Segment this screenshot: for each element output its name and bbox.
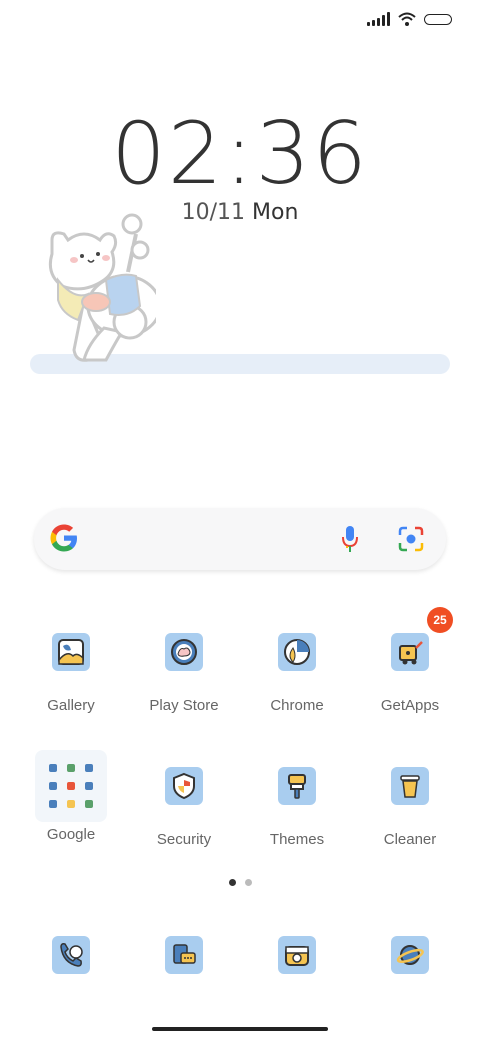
phone-icon xyxy=(52,936,90,974)
themes-icon xyxy=(278,767,316,805)
app-label: GetApps xyxy=(380,697,440,714)
app-label: Cleaner xyxy=(383,831,437,848)
chrome-icon xyxy=(278,633,316,671)
app-label: Google xyxy=(46,826,96,843)
cleaner-icon xyxy=(391,767,429,805)
dock-browser[interactable] xyxy=(355,936,465,974)
play-store-icon xyxy=(165,633,203,671)
notification-badge: 25 xyxy=(427,607,453,633)
signal-icon xyxy=(367,12,390,26)
app-gallery[interactable]: Gallery xyxy=(16,633,126,714)
planet-browser-icon xyxy=(391,936,429,974)
day-of-week: Mon xyxy=(252,200,299,225)
dock-messages[interactable] xyxy=(129,936,239,974)
app-getapps[interactable]: GetApps xyxy=(355,633,465,714)
search-bar[interactable] xyxy=(34,508,446,570)
page-dot-active[interactable] xyxy=(229,879,236,886)
app-google[interactable]: Google xyxy=(16,826,126,843)
app-label: Security xyxy=(156,831,212,848)
google-folder[interactable] xyxy=(35,750,107,822)
wifi-icon xyxy=(398,12,416,26)
page-dot[interactable] xyxy=(245,879,252,886)
app-themes[interactable]: Themes xyxy=(242,767,352,848)
app-security[interactable]: Security xyxy=(129,767,239,848)
mic-icon[interactable] xyxy=(340,524,360,554)
date-text: 10/11 xyxy=(181,200,245,225)
app-label: Chrome xyxy=(270,697,324,714)
bear-illustration-icon xyxy=(48,213,156,362)
gallery-icon xyxy=(52,633,90,671)
battery-icon xyxy=(424,13,452,25)
app-label: Play Store xyxy=(149,697,219,714)
security-icon xyxy=(165,767,203,805)
messages-icon xyxy=(165,936,203,974)
dock-phone[interactable] xyxy=(16,936,126,974)
home-indicator[interactable] xyxy=(152,1027,328,1031)
google-g-icon xyxy=(50,524,77,552)
app-label: Gallery xyxy=(47,697,95,714)
app-chrome[interactable]: Chrome xyxy=(242,633,352,714)
camera-icon xyxy=(278,936,316,974)
dock-camera[interactable] xyxy=(242,936,352,974)
camera-lens-icon[interactable] xyxy=(398,526,424,552)
clock-time[interactable]: 02:36 xyxy=(0,104,480,204)
app-cleaner[interactable]: Cleaner xyxy=(355,767,465,848)
app-label: Themes xyxy=(269,831,325,848)
status-bar xyxy=(367,12,452,26)
getapps-icon xyxy=(391,633,429,671)
app-play-store[interactable]: Play Store xyxy=(129,633,239,714)
